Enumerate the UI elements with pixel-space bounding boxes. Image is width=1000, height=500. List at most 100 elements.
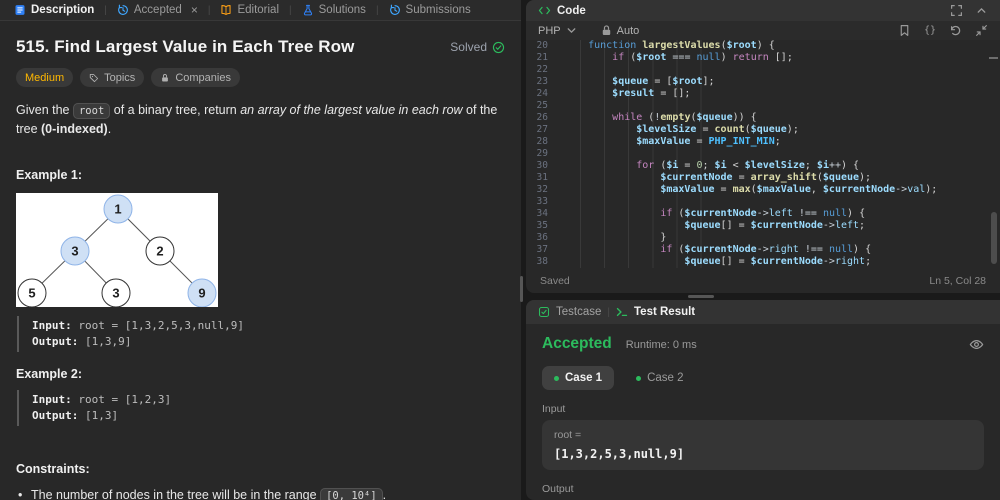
close-icon[interactable]: × [191, 4, 198, 16]
line-number: 20 [536, 40, 548, 51]
code-line[interactable]: 25 [526, 100, 1000, 112]
solved-badge: Solved [450, 40, 505, 54]
problem-tabbar: Description | Accepted × | Editorial | S… [0, 0, 521, 21]
reset-code-icon[interactable] [949, 24, 962, 37]
collapse-panel-icon[interactable] [975, 4, 988, 17]
line-number: 21 [536, 52, 548, 63]
flask-icon [303, 4, 312, 16]
input-label: Input: [32, 393, 72, 406]
format-code-icon[interactable]: {} [924, 25, 936, 36]
horizontal-resize-handle[interactable] [688, 295, 714, 298]
code-line[interactable]: 29 [526, 148, 1000, 160]
tree-node-value: 5 [28, 286, 35, 301]
history-icon [118, 4, 128, 15]
lock-icon [602, 25, 610, 36]
code-panel-title: Code [538, 4, 586, 17]
difficulty-badge[interactable]: Medium [16, 68, 74, 87]
test-panel-tabbar: Testcase | Test Result [526, 300, 1000, 324]
constraint-item: The number of nodes in the tree will be … [16, 487, 505, 500]
line-number: 38 [536, 256, 548, 267]
code-line[interactable]: 35 $queue[] = $currentNode->left; [526, 220, 1000, 232]
runtime-info: Runtime: 0 ms [625, 339, 697, 351]
input-box[interactable]: root = [1,3,2,5,3,null,9] [542, 420, 984, 470]
expand-icon[interactable] [950, 4, 963, 17]
output-value: [1,3] [78, 409, 119, 422]
code-line[interactable]: 36 } [526, 232, 1000, 244]
line-number: 29 [536, 148, 548, 159]
code-line[interactable]: 27 $levelSize = count($queue); [526, 124, 1000, 136]
result-row: Accepted Runtime: 0 ms [542, 335, 984, 353]
constraints-heading: Constraints: [16, 462, 90, 476]
editor-status-bar: Saved Ln 5, Col 28 [526, 268, 1000, 293]
code-line[interactable]: 37 if ($currentNode->right !== null) { [526, 244, 1000, 256]
output-section-label: Output [542, 483, 574, 495]
tab-solutions[interactable]: Solutions [298, 4, 370, 16]
code-line[interactable]: 31 $currentNode = array_shift($queue); [526, 172, 1000, 184]
code-editor-panel: Code PHP Auto {} 20 function largestValu… [526, 0, 1000, 293]
line-number: 37 [536, 244, 548, 255]
code-line[interactable]: 34 if ($currentNode->left !== null) { [526, 208, 1000, 220]
line-number: 27 [536, 124, 548, 135]
input-value: root = [1,3,2,5,3,null,9] [71, 319, 244, 332]
input-value: root = [1,2,3] [71, 393, 172, 406]
auto-complete-toggle[interactable]: Auto [600, 24, 639, 37]
cursor-position: Ln 5, Col 28 [929, 274, 986, 287]
example-2-block: Input: root = [1,2,3] Output: [1,3] [17, 390, 505, 426]
code-line[interactable]: 33 [526, 196, 1000, 208]
line-number: 30 [536, 160, 548, 171]
code-line[interactable]: 26 while (!empty($queue)) { [526, 112, 1000, 124]
tab-submissions[interactable]: Submissions [385, 4, 475, 16]
test-result-panel: Testcase | Test Result Accepted Runtime:… [526, 300, 1000, 500]
line-number: 23 [536, 76, 548, 87]
tree-node-value: 1 [114, 202, 121, 217]
code-panel-header: Code [526, 0, 1000, 21]
tree-node-value: 9 [198, 286, 205, 301]
chevron-down-icon [567, 28, 576, 34]
description-icon [15, 5, 25, 15]
tab-accepted-submission[interactable]: Accepted × [113, 4, 202, 16]
eye-icon[interactable] [969, 337, 984, 352]
code-line[interactable]: 30 for ($i = 0; $i < $levelSize; $i++) { [526, 160, 1000, 172]
code-icon [538, 6, 551, 15]
code-line[interactable]: 22 [526, 64, 1000, 76]
lock-icon [162, 73, 169, 81]
topics-badge[interactable]: Topics [80, 68, 145, 87]
code-line[interactable]: 21 if ($root === null) return []; [526, 52, 1000, 64]
output-label: Output: [32, 335, 79, 348]
tab-testcase[interactable]: Testcase [538, 306, 601, 318]
line-number: 34 [536, 208, 548, 219]
code-line[interactable]: 20 function largestValues($root) { [526, 40, 1000, 52]
input-label: Input: [32, 319, 72, 332]
code-line[interactable]: 38 $queue[] = $currentNode->right; [526, 256, 1000, 268]
shrink-icon[interactable] [975, 24, 988, 37]
line-number: 32 [536, 184, 548, 195]
problem-panel: Description | Accepted × | Editorial | S… [0, 0, 521, 500]
code-line[interactable]: 24 $result = []; [526, 88, 1000, 100]
language-select[interactable]: PHP [538, 24, 578, 37]
check-circle-icon [492, 41, 505, 53]
inline-code-root: root [72, 103, 111, 119]
code-line[interactable]: 32 $maxValue = max($maxValue, $currentNo… [526, 184, 1000, 196]
book-icon [221, 5, 232, 16]
tab-test-result[interactable]: Test Result [616, 306, 695, 318]
code-line[interactable]: 23 $queue = [$root]; [526, 76, 1000, 88]
line-number: 25 [536, 100, 548, 111]
tree-diagram: 1 3 2 5 3 9 [16, 193, 218, 308]
code-line[interactable]: 28 $maxValue = PHP_INT_MIN; [526, 136, 1000, 148]
companies-badge[interactable]: Companies [151, 68, 240, 87]
tab-description[interactable]: Description [10, 4, 98, 16]
editor-toolbar: PHP Auto {} [526, 21, 1000, 40]
line-number: 31 [536, 172, 548, 183]
vertical-resize-handle[interactable] [520, 276, 523, 302]
bookmark-icon[interactable] [898, 24, 911, 37]
case-1-button[interactable]: Case 1 [542, 366, 615, 390]
input-field-value: [1,3,2,5,3,null,9] [554, 447, 685, 461]
editor-scrollbar[interactable] [991, 212, 997, 264]
code-editor[interactable]: 20 function largestValues($root) {21 if … [526, 40, 1000, 268]
line-number: 28 [536, 136, 548, 147]
save-status: Saved [540, 274, 570, 287]
line-number: 24 [536, 88, 548, 99]
output-label: Output: [32, 409, 79, 422]
tab-editorial[interactable]: Editorial [216, 4, 283, 16]
case-2-button[interactable]: Case 2 [624, 366, 695, 390]
